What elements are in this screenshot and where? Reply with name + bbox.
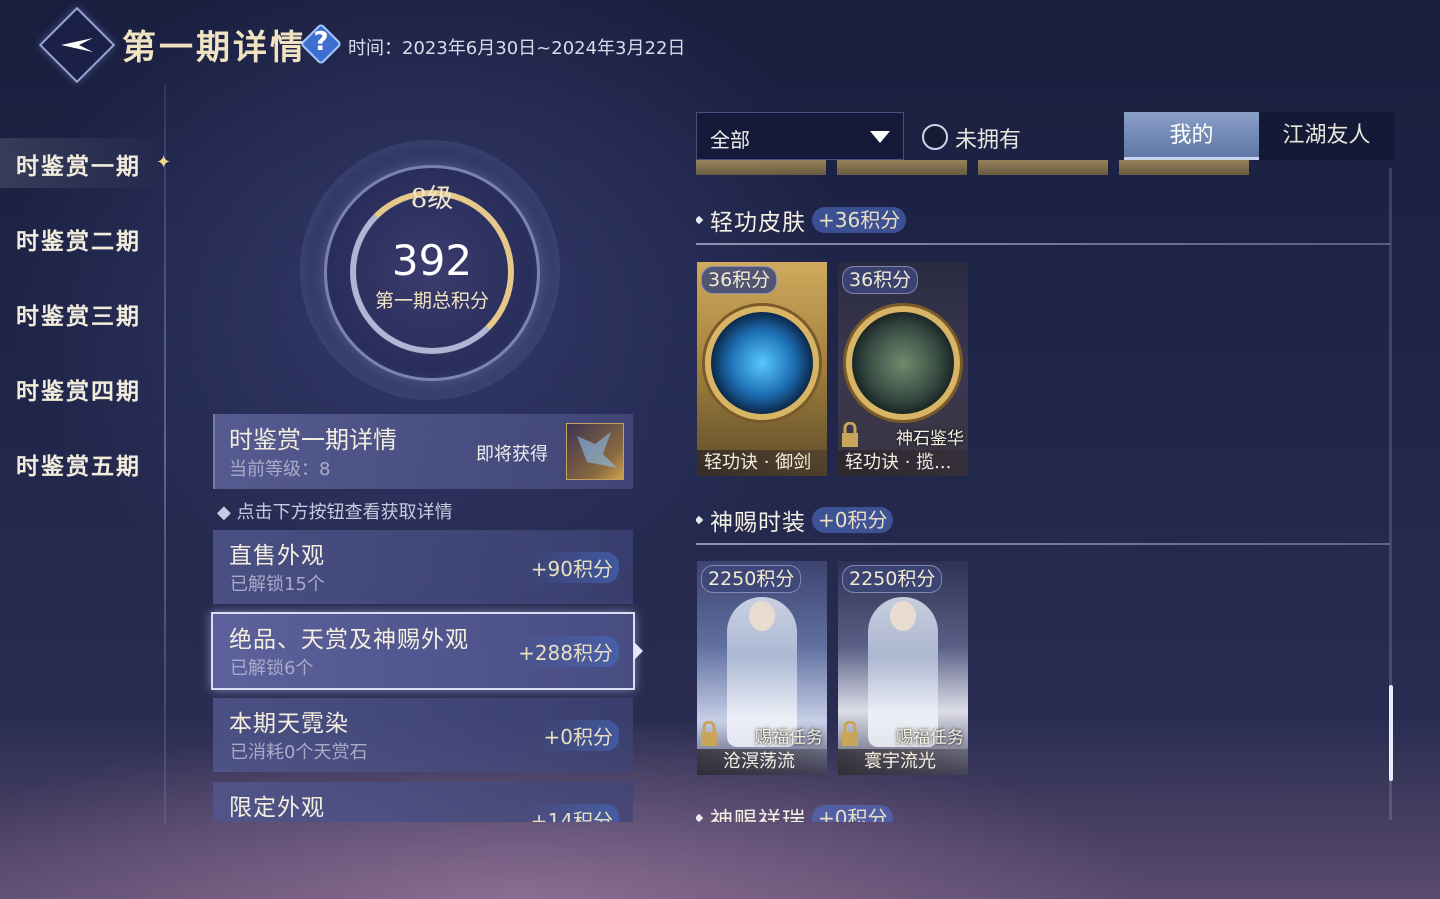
- toggle-mine[interactable]: 我的: [1124, 112, 1259, 160]
- qinggong-emblem-icon: [846, 306, 960, 420]
- item-source: 神石鉴华: [896, 429, 964, 449]
- category-direct-sale[interactable]: 直售外观 已解锁15个 +90积分: [213, 530, 633, 604]
- tab-period-4[interactable]: 时鉴赏四期: [16, 372, 141, 406]
- lock-icon: [842, 422, 858, 447]
- item-source: 赐福任务: [755, 728, 823, 748]
- unowned-radio[interactable]: [922, 124, 948, 150]
- collection-scroll-area[interactable]: 轻功皮肤 +36积分 36积分 轻功诀 · 御剑 36积分 神石鉴华 轻功诀 ·…: [696, 160, 1396, 822]
- category-points: +288积分: [512, 636, 619, 667]
- item-name: 轻功诀 · 御剑: [697, 450, 827, 476]
- bullet-icon: [696, 215, 704, 225]
- page-title: 第一期详情: [122, 28, 307, 68]
- total-score: 392: [391, 236, 473, 285]
- section-points: +0积分: [812, 507, 894, 533]
- total-score-caption: 第一期总积分: [374, 290, 489, 312]
- back-arrow-icon[interactable]: [55, 24, 99, 66]
- item-source: 赐福任务: [896, 728, 964, 748]
- filter-dropdown-value: 全部: [710, 128, 750, 152]
- chevron-down-icon[interactable]: [870, 131, 890, 143]
- current-level: 当前等级：8: [229, 459, 331, 480]
- category-title: 直售外观: [229, 543, 325, 569]
- item-name: 轻功诀 · 揽...: [838, 450, 968, 476]
- tab-period-3[interactable]: 时鉴赏三期: [16, 297, 141, 331]
- item-card-cut[interactable]: [1119, 160, 1249, 175]
- item-points-tag: 2250积分: [842, 565, 943, 593]
- tab-period-1[interactable]: 时鉴赏一期: [16, 147, 141, 181]
- section-title: 神赐祥瑞: [710, 808, 806, 822]
- lock-icon: [701, 721, 717, 746]
- item-card[interactable]: 2250积分 赐福任务 沧溟荡流: [697, 561, 827, 775]
- category-subtitle: 已解锁6个: [230, 658, 314, 679]
- section-header-auspicious: 神赐祥瑞 +0积分: [696, 801, 894, 822]
- costume-figure-head: [890, 601, 916, 631]
- upcoming-reward-icon[interactable]: [566, 423, 624, 480]
- section-header-qinggong: 轻功皮肤 +36积分: [696, 203, 907, 237]
- category-limited-clip: 限定外观 +14积分: [213, 782, 633, 822]
- category-dye[interactable]: 本期天霓染 已消耗0个天赏石 +0积分: [213, 698, 633, 772]
- level-label: 8级: [410, 184, 454, 214]
- qinggong-emblem-icon: [705, 306, 819, 420]
- lock-icon: [842, 721, 858, 746]
- tab-period-2[interactable]: 时鉴赏二期: [16, 222, 141, 256]
- category-points: +14积分: [524, 804, 619, 822]
- bullet-icon: [696, 813, 704, 822]
- category-premium[interactable]: 绝品、天赏及神赐外观 已解锁6个 +288积分: [211, 612, 635, 690]
- item-points-tag: 36积分: [701, 266, 778, 294]
- item-points-tag: 36积分: [842, 266, 919, 294]
- unowned-label[interactable]: 未拥有: [955, 122, 1021, 154]
- item-name: 寰宇流光: [838, 749, 968, 775]
- time-range-label: 时间：2023年6月30日~2024年3月22日: [348, 38, 686, 59]
- hint-text: ◆ 点击下方按钮查看获取详情: [217, 502, 453, 523]
- item-card-cut[interactable]: [696, 160, 826, 175]
- category-subtitle: 已消耗0个天赏石: [230, 742, 368, 763]
- bullet-icon: [696, 515, 704, 525]
- section-points: +0积分: [812, 805, 894, 822]
- item-card-cut[interactable]: [978, 160, 1108, 175]
- item-card[interactable]: 2250积分 赐福任务 寰宇流光: [838, 561, 968, 775]
- section-title: 轻功皮肤: [710, 210, 806, 236]
- section-header-costume: 神赐时装 +0积分: [696, 503, 894, 537]
- active-marker-icon: ✦: [156, 152, 172, 173]
- section-divider: [696, 543, 1390, 545]
- item-card-cut[interactable]: [837, 160, 967, 175]
- category-title: 绝品、天赏及神赐外观: [229, 627, 469, 653]
- item-name: 沧溟荡流: [697, 749, 827, 775]
- category-title: 限定外观: [229, 795, 325, 821]
- category-points: +0积分: [537, 720, 619, 751]
- section-divider: [696, 243, 1390, 245]
- costume-figure-head: [749, 601, 775, 631]
- section-title: 神赐时装: [710, 510, 806, 536]
- soon-obtain-label: 即将获得: [476, 444, 548, 465]
- category-limited[interactable]: 限定外观 +14积分: [213, 782, 633, 822]
- toggle-friends[interactable]: 江湖友人: [1259, 112, 1394, 160]
- question-icon[interactable]: ?: [306, 27, 336, 61]
- item-card[interactable]: 36积分 神石鉴华 轻功诀 · 揽...: [838, 262, 968, 476]
- item-points-tag: 2250积分: [701, 565, 802, 593]
- period-detail-title: 时鉴赏一期详情: [229, 426, 397, 454]
- category-subtitle: 已解锁15个: [230, 574, 325, 595]
- scrollbar-thumb[interactable]: [1389, 685, 1393, 781]
- item-card[interactable]: 36积分 轻功诀 · 御剑: [697, 262, 827, 476]
- selected-arrow-icon: [634, 642, 643, 660]
- sidebar-divider: [164, 85, 166, 825]
- category-points: +90积分: [524, 552, 619, 583]
- section-points: +36积分: [812, 207, 907, 233]
- category-title: 本期天霓染: [229, 711, 349, 737]
- tab-period-5[interactable]: 时鉴赏五期: [16, 447, 141, 481]
